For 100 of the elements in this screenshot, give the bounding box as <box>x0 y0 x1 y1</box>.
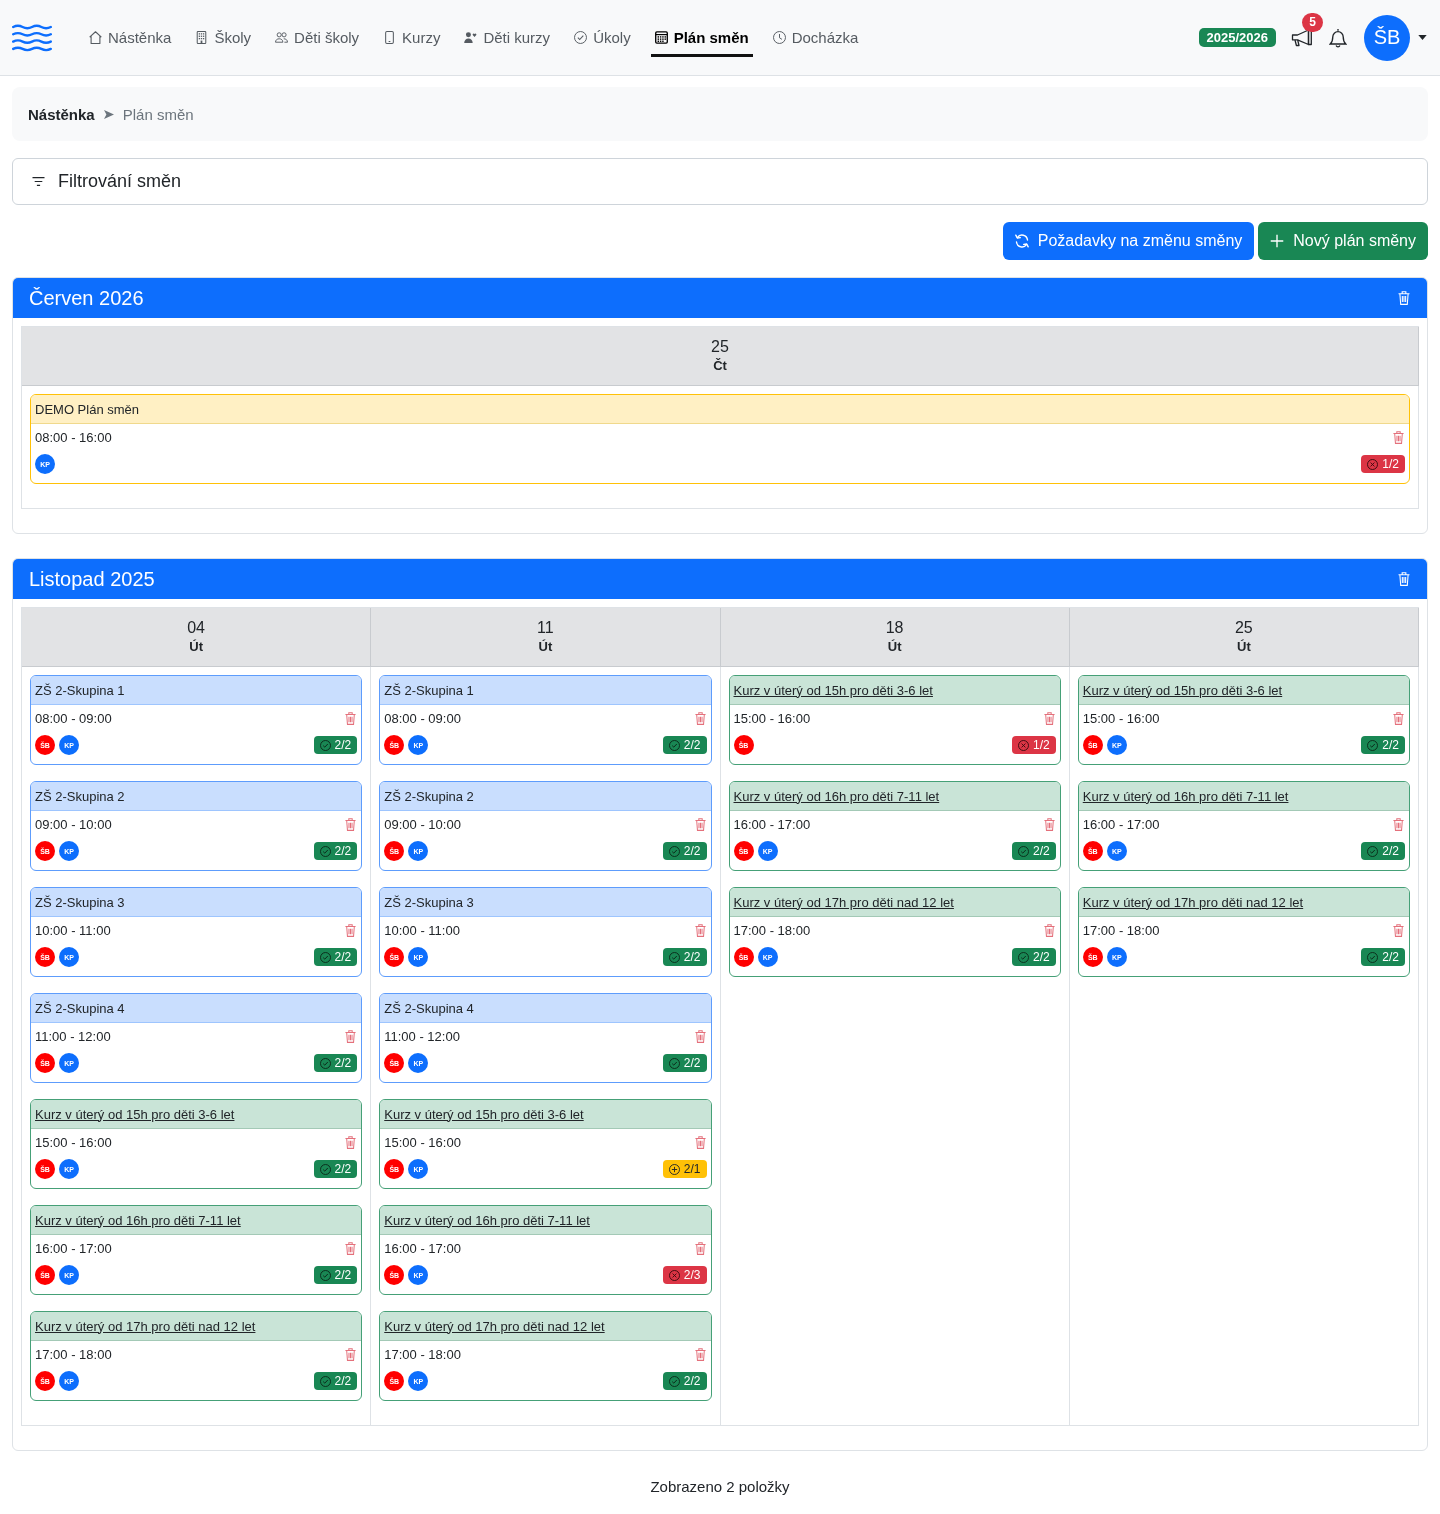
school-year-badge[interactable]: 2025/2026 <box>1198 28 1276 47</box>
shift-time: 16:00 - 17:00 <box>1082 816 1160 832</box>
course-link[interactable]: Kurz v úterý od 15h pro děti 3-6 let <box>35 1106 235 1122</box>
shift-time: 15:00 - 16:00 <box>733 710 811 726</box>
trash-icon[interactable] <box>345 923 357 937</box>
staffing-count: 1/2 <box>1382 457 1399 471</box>
trash-icon[interactable] <box>345 1241 357 1255</box>
trash-icon[interactable] <box>1393 817 1404 831</box>
day-date: 18 <box>885 618 904 638</box>
shift-time: 17:00 - 18:00 <box>384 1346 461 1362</box>
trash-icon[interactable] <box>694 1241 706 1255</box>
trash-icon[interactable] <box>694 923 706 937</box>
trash-icon[interactable] <box>694 1135 706 1149</box>
course-link[interactable]: Kurz v úterý od 17h pro děti nad 12 let <box>733 894 954 910</box>
shift-time: 16:00 - 17:00 <box>35 1240 112 1256</box>
check-circle-icon <box>1018 845 1030 857</box>
course-link[interactable]: Kurz v úterý od 16h pro děti 7-11 let <box>733 788 940 804</box>
course-link[interactable]: Kurz v úterý od 16h pro děti 7-11 let <box>1082 788 1289 804</box>
shift-time: 10:00 - 11:00 <box>384 922 460 938</box>
check-circle-icon <box>319 845 331 857</box>
staffing-count: 2/2 <box>1033 844 1050 858</box>
nav-tab[interactable]: Děti kurzy <box>460 18 555 57</box>
staffing-count: 2/2 <box>334 844 352 858</box>
nav-tab[interactable]: Úkoly <box>570 18 635 57</box>
check-circle-icon <box>668 1375 680 1387</box>
trash-icon[interactable] <box>694 711 706 725</box>
trash-icon[interactable] <box>345 817 357 831</box>
day-date: 04 <box>187 618 205 638</box>
staffing-count: 2/2 <box>334 1374 352 1388</box>
staffing-count: 2/1 <box>683 1162 701 1176</box>
trash-icon[interactable] <box>1393 923 1404 937</box>
plan-title: Červen 2026 <box>29 286 144 310</box>
course-link[interactable]: Kurz v úterý od 15h pro děti 3-6 let <box>384 1106 584 1122</box>
trash-icon[interactable] <box>345 1029 357 1043</box>
trash-icon[interactable] <box>345 1347 357 1361</box>
shift-title: ZŠ 2-Skupina 1 <box>35 682 125 698</box>
course-link[interactable]: Kurz v úterý od 15h pro děti 3-6 let <box>1082 682 1283 698</box>
trash-icon[interactable] <box>694 1347 706 1361</box>
nav-tab[interactable]: Docházka <box>768 18 863 57</box>
trash-icon[interactable] <box>1043 923 1055 937</box>
house-icon <box>89 31 102 44</box>
person-heart-icon <box>464 31 478 44</box>
staffing-count: 2/2 <box>334 950 352 964</box>
day-date: 25 <box>711 337 729 357</box>
staffing-count: 2/2 <box>683 1374 701 1388</box>
check-circle-icon <box>1367 845 1379 857</box>
shift-time: 09:00 - 10:00 <box>35 816 112 832</box>
nav-tab[interactable]: Plán směn <box>650 18 753 57</box>
check-circle-icon <box>319 739 331 751</box>
nav-tab[interactable]: Kurzy <box>379 18 445 57</box>
trash-icon[interactable] <box>1393 430 1404 444</box>
plus-icon <box>1270 234 1285 248</box>
trash-icon[interactable] <box>345 711 357 725</box>
staffing-count: 2/2 <box>334 1268 352 1282</box>
plan-title: Listopad 2025 <box>29 567 155 591</box>
day-date: 11 <box>537 618 554 638</box>
nav-tab[interactable]: Nástěnka <box>85 18 176 57</box>
building-icon <box>195 31 209 44</box>
bell-icon[interactable] <box>1329 27 1347 48</box>
course-link[interactable]: Kurz v úterý od 16h pro děti 7-11 let <box>384 1212 590 1228</box>
calendar-icon <box>654 31 668 44</box>
trash-icon[interactable] <box>1043 711 1055 725</box>
plus-circle-icon <box>668 1163 680 1175</box>
filter-icon <box>32 177 45 186</box>
course-link[interactable]: Kurz v úterý od 17h pro děti nad 12 let <box>35 1318 256 1334</box>
course-link[interactable]: Kurz v úterý od 17h pro děti nad 12 let <box>384 1318 605 1334</box>
check-circle-icon <box>668 845 680 857</box>
shift-time: 16:00 - 17:00 <box>733 816 811 832</box>
staffing-count: 1/2 <box>1033 738 1050 752</box>
trash-icon[interactable] <box>694 817 706 831</box>
trash-icon[interactable] <box>345 1135 357 1149</box>
shift-time: 15:00 - 16:00 <box>35 1134 112 1150</box>
day-weekday: Út <box>1237 638 1251 656</box>
nav-tab[interactable]: Školy <box>191 18 256 57</box>
course-link[interactable]: Kurz v úterý od 15h pro děti 3-6 let <box>733 682 933 698</box>
shift-title: DEMO Plán směn <box>35 401 140 417</box>
waves-logo-icon[interactable] <box>12 23 52 52</box>
staffing-count: 2/2 <box>1382 844 1399 858</box>
trash-icon[interactable] <box>1393 711 1404 725</box>
trash-icon[interactable] <box>1043 817 1055 831</box>
breadcrumb-link[interactable]: Nástěnka <box>28 105 95 123</box>
check-circle-icon <box>668 951 680 963</box>
shift-title: ZŠ 2-Skupina 2 <box>35 788 125 804</box>
trash-icon[interactable] <box>694 1029 706 1043</box>
change-requests-button[interactable]: Požadavky na změnu směny <box>1002 222 1255 260</box>
caret-icon[interactable] <box>1418 35 1427 40</box>
shift-time: 15:00 - 16:00 <box>384 1134 461 1150</box>
staffing-count: 2/2 <box>1033 950 1050 964</box>
x-circle-icon <box>1018 739 1030 751</box>
course-link[interactable]: Kurz v úterý od 16h pro děti 7-11 let <box>35 1212 241 1228</box>
filter-toggle[interactable]: Filtrování směn <box>12 158 1428 205</box>
shift-time: 11:00 - 12:00 <box>35 1028 111 1044</box>
new-plan-button[interactable]: Nový plán směny <box>1258 222 1428 260</box>
check-circle-icon <box>319 1375 331 1387</box>
staffing-count: 2/2 <box>334 738 352 752</box>
user-avatar[interactable]: ŠB <box>1364 14 1410 61</box>
course-link[interactable]: Kurz v úterý od 17h pro děti nad 12 let <box>1082 894 1304 910</box>
nav-tab[interactable]: Děti školy <box>271 18 364 57</box>
shift-title: ZŠ 2-Skupina 3 <box>35 894 125 910</box>
notification-count: 5 <box>1302 12 1323 32</box>
